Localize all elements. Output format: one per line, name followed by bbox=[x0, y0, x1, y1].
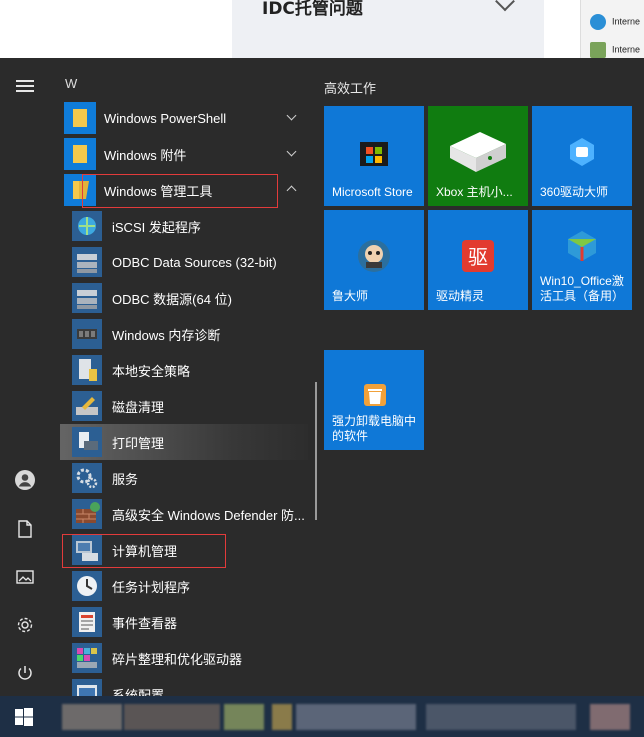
internet-explorer-icon bbox=[590, 14, 606, 30]
tile-driver-genius[interactable]: 驱 驱动精灵 bbox=[428, 210, 528, 310]
tile-360-driver[interactable]: 360驱动大师 bbox=[532, 106, 632, 206]
expand-menu-button[interactable] bbox=[0, 64, 50, 108]
tile-group-title[interactable]: 高效工作 bbox=[324, 78, 376, 97]
app-event-viewer[interactable]: 事件查看器 bbox=[60, 604, 308, 640]
windows-logo-icon bbox=[15, 707, 33, 726]
documents-button[interactable] bbox=[0, 507, 50, 551]
app-list-scrollbar[interactable] bbox=[315, 382, 317, 520]
app-iscsi-initiator[interactable]: iSCSI 发起程序 bbox=[60, 208, 308, 244]
app-print-management[interactable]: 打印管理 bbox=[60, 424, 308, 460]
pictures-button[interactable] bbox=[0, 555, 50, 599]
driver-genius-icon: 驱 bbox=[462, 240, 494, 272]
app-system-configuration[interactable]: 系统配置 bbox=[60, 676, 308, 696]
disk-cleanup-icon bbox=[72, 391, 102, 421]
app-odbc-64[interactable]: ODBC 数据源(64 位) bbox=[60, 280, 308, 316]
event-viewer-icon bbox=[72, 607, 102, 637]
tiles-panel: 高效工作 Microsoft Store Xbox 主机小... 360驱动大师… bbox=[324, 58, 644, 696]
taskbar bbox=[0, 696, 644, 737]
xbox-console-icon bbox=[450, 132, 506, 172]
iscsi-globe-icon bbox=[72, 211, 102, 241]
store-bag-icon bbox=[360, 142, 388, 166]
print-management-icon bbox=[72, 427, 102, 457]
folder-icon bbox=[64, 102, 96, 134]
internet-shortcut-icon bbox=[590, 42, 606, 58]
taskbar-app-blurred[interactable] bbox=[426, 704, 576, 730]
office-activation-icon bbox=[568, 231, 596, 261]
picture-icon bbox=[16, 570, 34, 584]
app-local-security-policy[interactable]: 本地安全策略 bbox=[60, 352, 308, 388]
taskbar-app-blurred[interactable] bbox=[224, 704, 264, 730]
memory-chip-icon bbox=[72, 319, 102, 349]
tile-uninstaller[interactable]: 强力卸载电脑中的软件 bbox=[324, 350, 424, 450]
security-policy-icon bbox=[72, 355, 102, 385]
svg-text:驱: 驱 bbox=[468, 245, 488, 269]
power-button[interactable] bbox=[0, 651, 50, 695]
start-left-rail bbox=[0, 58, 50, 696]
driver-360-icon bbox=[570, 138, 594, 166]
app-defrag-optimize[interactable]: 碎片整理和优化驱动器 bbox=[60, 640, 308, 676]
app-odbc-32[interactable]: ODBC Data Sources (32-bit) bbox=[60, 244, 308, 280]
defrag-icon bbox=[72, 643, 102, 673]
odbc-server-icon bbox=[72, 283, 102, 313]
side-item-internet-1[interactable]: Interne bbox=[590, 14, 640, 30]
app-list: W Windows PowerShell Windows 附件 Windows … bbox=[60, 58, 318, 696]
folder-windows-accessories[interactable]: Windows 附件 bbox=[60, 136, 308, 172]
app-disk-cleanup[interactable]: 磁盘清理 bbox=[60, 388, 308, 424]
app-defender-firewall[interactable]: 高级安全 Windows Defender 防... bbox=[60, 496, 308, 532]
gears-icon bbox=[72, 463, 102, 493]
taskbar-app-blurred[interactable] bbox=[272, 704, 292, 730]
taskbar-app-blurred[interactable] bbox=[590, 704, 630, 730]
folder-icon bbox=[64, 138, 96, 170]
side-item-internet-2[interactable]: Interne bbox=[590, 42, 640, 58]
app-task-scheduler[interactable]: 任务计划程序 bbox=[60, 568, 308, 604]
system-config-icon bbox=[72, 679, 102, 696]
letter-heading[interactable]: W bbox=[65, 76, 77, 91]
odbc-server-icon bbox=[72, 247, 102, 277]
app-memory-diagnostic[interactable]: Windows 内存诊断 bbox=[60, 316, 308, 352]
firewall-icon bbox=[72, 499, 102, 529]
background-card-title: IDC托管问题 bbox=[262, 0, 363, 19]
highlight-box-computer-management bbox=[62, 534, 226, 568]
ludashi-icon bbox=[358, 240, 390, 272]
task-scheduler-icon bbox=[72, 571, 102, 601]
tile-microsoft-store[interactable]: Microsoft Store bbox=[324, 106, 424, 206]
tile-office-activation[interactable]: Win10_Office激活工具（备用） bbox=[532, 210, 632, 310]
settings-button[interactable] bbox=[0, 603, 50, 647]
chevron-up-icon bbox=[286, 185, 297, 196]
folder-windows-powershell[interactable]: Windows PowerShell bbox=[60, 100, 308, 136]
app-services[interactable]: 服务 bbox=[60, 460, 308, 496]
hamburger-icon bbox=[16, 77, 34, 95]
user-account-button[interactable] bbox=[0, 458, 50, 502]
highlight-box-admin-tools bbox=[82, 174, 278, 208]
user-icon bbox=[15, 470, 35, 490]
chevron-down-icon bbox=[286, 146, 297, 157]
document-icon bbox=[18, 520, 32, 538]
tile-ludashi[interactable]: 鲁大师 bbox=[324, 210, 424, 310]
chevron-down-icon bbox=[286, 110, 297, 121]
start-menu: W Windows PowerShell Windows 附件 Windows … bbox=[0, 58, 644, 696]
start-button[interactable] bbox=[0, 696, 48, 737]
gear-icon bbox=[17, 617, 33, 633]
tile-xbox-console[interactable]: Xbox 主机小... bbox=[428, 106, 528, 206]
background-window: IDC托管问题 Interne Interne bbox=[0, 0, 644, 58]
uninstaller-icon bbox=[364, 384, 386, 406]
taskbar-app-blurred[interactable] bbox=[124, 704, 220, 730]
taskbar-app-blurred[interactable] bbox=[62, 704, 122, 730]
taskbar-app-blurred[interactable] bbox=[296, 704, 416, 730]
power-icon bbox=[18, 666, 32, 680]
